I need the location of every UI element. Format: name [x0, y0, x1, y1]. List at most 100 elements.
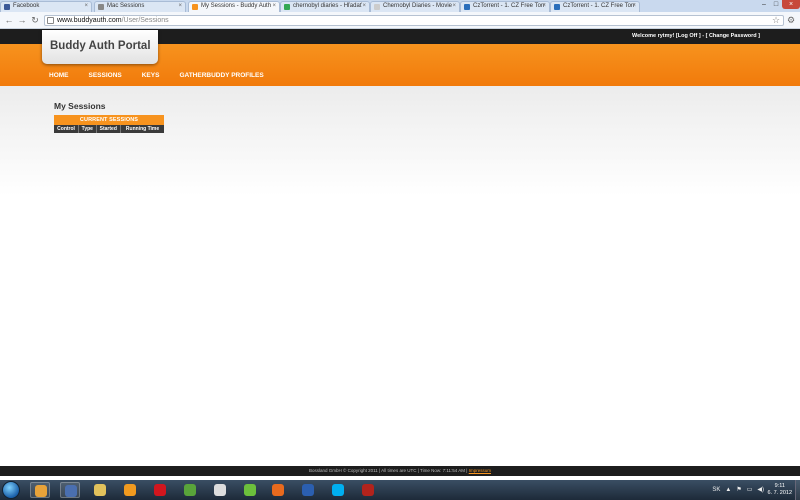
page-icon [554, 4, 560, 10]
main-nav: HOME SESSIONS KEYS GATHERBUDDY PROFILES [49, 72, 284, 79]
browser-tab-strip: Facebook × Mac Sessions × My Sessions - … [0, 0, 800, 12]
facebook-icon [4, 4, 10, 10]
close-icon[interactable]: × [362, 2, 366, 11]
app-d-icon [272, 484, 284, 496]
tab-chernobyl-search[interactable]: chernobyl diaries - Hľadať × [280, 1, 370, 12]
table-caption-row: CURRENT SESSIONS [54, 115, 164, 125]
welcome-message: Welcome rytmy! [Log Off ] - [ Change Pas… [632, 33, 760, 39]
tab-title: chernobyl diaries - Hľadať [293, 3, 363, 9]
window-close-icon[interactable]: × [782, 0, 800, 9]
show-desktop-button[interactable] [795, 480, 800, 500]
maximize-icon[interactable]: □ [770, 0, 782, 9]
nav-gatherbuddy-profiles[interactable]: GATHERBUDDY PROFILES [179, 72, 263, 79]
language-indicator[interactable]: SK [712, 486, 720, 494]
save-icon [65, 485, 77, 497]
back-icon[interactable]: ← [3, 14, 15, 26]
column-header-type: Type [78, 125, 96, 133]
column-header-running-time: Running Time [120, 125, 164, 133]
start-button[interactable] [2, 481, 20, 499]
forward-icon[interactable]: → [16, 14, 28, 26]
logoff-link[interactable]: Log Off [678, 33, 698, 39]
tab-title: Facebook [13, 3, 40, 9]
taskbar-app-app-red[interactable] [358, 482, 378, 498]
taskbar-app-chrome[interactable] [30, 482, 50, 498]
taskbar-app-opera[interactable] [150, 482, 170, 498]
volume-icon[interactable]: ◀) [757, 486, 764, 494]
change-password-link[interactable]: Change Password [709, 33, 757, 39]
remote-icon [214, 484, 226, 496]
reload-icon[interactable]: ↻ [29, 14, 41, 26]
welcome-text: Welcome rytmy! [ [632, 33, 678, 39]
close-icon[interactable]: × [84, 2, 88, 11]
site-logo[interactable]: Buddy Auth Portal [42, 30, 158, 64]
network-icon[interactable]: ▭ [747, 486, 753, 494]
nav-sessions[interactable]: SESSIONS [89, 72, 122, 79]
column-header-control: Control [54, 125, 79, 133]
taskbar-app-folder[interactable] [90, 482, 110, 498]
page-icon [98, 4, 104, 10]
close-icon[interactable]: × [632, 2, 636, 11]
tab-mac-sessions[interactable]: Mac Sessions × [94, 1, 186, 12]
tab-facebook[interactable]: Facebook × [0, 1, 92, 12]
content-background [0, 86, 800, 196]
clock-date: 6. 7. 2012 [767, 490, 792, 496]
browser-toolbar: ← → ↻ www.buddyauth.com/User/Sessions ☆ … [0, 12, 800, 29]
flag-icon[interactable]: ⚑ [736, 486, 741, 494]
taskbar: SK ▲ ⚑ ▭ ◀) 9:11 6. 7. 2012 [0, 480, 800, 500]
site-footer: Bossland GmbH © Copyright 2011 | All tim… [0, 466, 800, 476]
close-icon[interactable]: × [272, 2, 276, 11]
taskbar-app-media-player[interactable] [120, 482, 140, 498]
logo-text: Buddy Auth Portal [50, 40, 151, 52]
tab-title: Chernobyl Diaries - Movie [383, 3, 453, 9]
tab-cztorrent-1[interactable]: CzTorrent - 1. CZ Free Torr × [460, 1, 550, 12]
welcome-suffix: ] [756, 33, 760, 39]
nav-keys[interactable]: KEYS [142, 72, 160, 79]
taskbar-app-word[interactable] [298, 482, 318, 498]
word-icon [302, 484, 314, 496]
table-caption: CURRENT SESSIONS [54, 115, 164, 125]
taskbar-app-save[interactable] [60, 482, 80, 498]
taskbar-app-utorrent[interactable] [180, 482, 200, 498]
bookmark-star-icon[interactable]: ☆ [772, 14, 780, 26]
minimize-icon[interactable]: – [758, 0, 770, 9]
taskbar-app-icq[interactable] [240, 482, 260, 498]
taskbar-app-remote[interactable] [210, 482, 230, 498]
page-title: My Sessions [54, 101, 106, 111]
impressum-link[interactable]: Impressum [469, 468, 491, 473]
search-icon [284, 4, 290, 10]
window-controls: – □ × [758, 0, 800, 10]
close-icon[interactable]: × [178, 2, 182, 11]
opera-icon [154, 484, 166, 496]
page-icon [47, 17, 54, 24]
sessions-table: CURRENT SESSIONS Control Type Started Ru… [54, 115, 164, 133]
taskbar-app-skype[interactable] [328, 482, 348, 498]
tab-cztorrent-2[interactable]: CzTorrent - 1. CZ Free Torr × [550, 1, 640, 12]
address-bar[interactable]: www.buddyauth.com/User/Sessions [44, 15, 784, 26]
wrench-icon[interactable]: ⚙ [787, 14, 795, 26]
tab-title: My Sessions - Buddy Auth [201, 3, 272, 9]
clock-time: 9:11 [774, 483, 785, 489]
close-icon[interactable]: × [452, 2, 456, 11]
page-icon [192, 4, 198, 10]
close-icon[interactable]: × [542, 2, 546, 11]
page-icon [374, 4, 380, 10]
taskbar-app-app-d[interactable] [268, 482, 288, 498]
chrome-icon [35, 485, 47, 497]
table-header-row: Control Type Started Running Time [54, 125, 164, 133]
nav-home[interactable]: HOME [49, 72, 69, 79]
page-icon [464, 4, 470, 10]
media-player-icon [124, 484, 136, 496]
clock[interactable]: 9:11 6. 7. 2012 [768, 483, 792, 497]
icq-icon [244, 484, 256, 496]
tab-chernobyl-movie[interactable]: Chernobyl Diaries - Movie × [370, 1, 460, 12]
folder-icon [94, 484, 106, 496]
footer-text: Bossland GmbH © Copyright 2011 | All tim… [309, 468, 469, 473]
tab-my-sessions[interactable]: My Sessions - Buddy Auth × [188, 1, 280, 12]
tray-expand-icon[interactable]: ▲ [725, 486, 731, 494]
url-host: www.buddyauth.com [57, 17, 122, 24]
app-red-icon [362, 484, 374, 496]
tab-title: CzTorrent - 1. CZ Free Torr [563, 3, 635, 9]
welcome-separator: ] - [ [697, 33, 709, 39]
column-header-started: Started [95, 125, 121, 133]
url-path: /User/Sessions [121, 17, 169, 24]
